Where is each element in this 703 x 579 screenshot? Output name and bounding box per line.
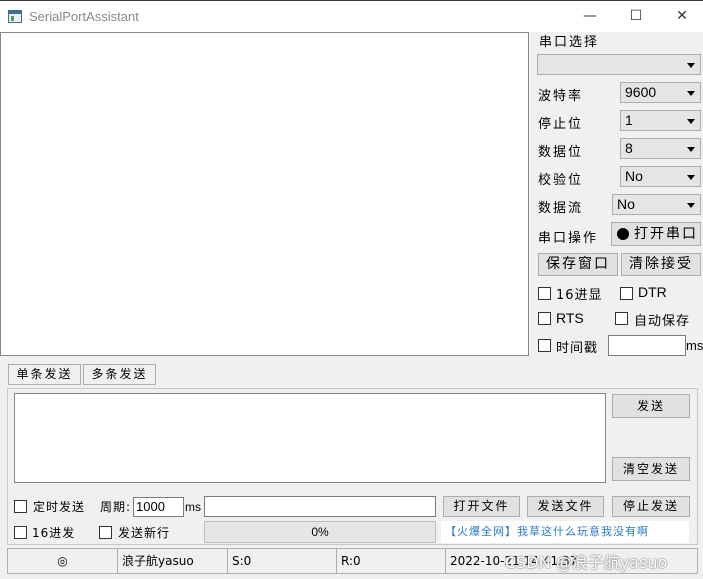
port-select-combo[interactable] xyxy=(537,54,701,75)
rts-label: RTS xyxy=(556,310,584,326)
parity-combo[interactable]: No xyxy=(620,166,701,187)
port-select-label: 串口选择 xyxy=(539,35,600,50)
stop-bits-combo[interactable]: 1 xyxy=(620,110,701,131)
maximize-button[interactable]: ☐ xyxy=(613,1,659,32)
parity-value: No xyxy=(625,168,643,184)
save-window-button[interactable]: 保存窗口 xyxy=(538,253,618,276)
period-unit-label: ms xyxy=(185,500,201,514)
chevron-down-icon xyxy=(687,63,695,68)
rts-checkbox[interactable] xyxy=(538,312,551,325)
receive-output-area[interactable] xyxy=(0,32,529,356)
send-button[interactable]: 发送 xyxy=(612,394,690,418)
timed-send-checkbox[interactable] xyxy=(14,500,27,513)
port-operation-label: 串口操作 xyxy=(538,231,599,246)
file-path-input[interactable] xyxy=(204,496,436,517)
send-progress-bar: 0% xyxy=(204,521,436,543)
status-user: 浪子航yasuo xyxy=(117,548,227,574)
open-port-button[interactable]: 打开串口 xyxy=(611,222,701,246)
data-bits-combo[interactable]: 8 xyxy=(620,138,701,159)
send-newline-label: 发送新行 xyxy=(118,526,171,540)
flow-control-value: No xyxy=(617,196,635,212)
dtr-checkbox[interactable] xyxy=(620,287,633,300)
chevron-down-icon xyxy=(687,203,695,208)
timestamp-checkbox[interactable] xyxy=(538,339,551,352)
timed-send-label: 定时发送 xyxy=(33,500,86,514)
stop-send-button[interactable]: 停止发送 xyxy=(612,496,690,517)
dtr-label: DTR xyxy=(638,284,667,300)
status-received-count: R:0 xyxy=(336,548,445,574)
flow-control-label: 数据流 xyxy=(538,201,584,216)
send-file-button[interactable]: 发送文件 xyxy=(527,496,604,517)
close-button[interactable]: ✕ xyxy=(659,1,703,32)
data-bits-label: 数据位 xyxy=(538,145,584,160)
parity-label: 校验位 xyxy=(538,173,584,188)
hex-send-checkbox[interactable] xyxy=(14,526,27,539)
stop-bits-value: 1 xyxy=(625,112,633,128)
port-status-indicator-icon xyxy=(617,228,629,240)
stop-bits-label: 停止位 xyxy=(538,117,584,132)
hex-display-label: 16进显 xyxy=(556,288,603,303)
window-title: SerialPortAssistant xyxy=(29,9,139,24)
minimize-button[interactable]: — xyxy=(567,1,613,32)
flow-control-combo[interactable]: No xyxy=(612,194,701,215)
auto-save-checkbox[interactable] xyxy=(615,312,628,325)
clear-receive-button[interactable]: 清除接受 xyxy=(621,253,701,276)
data-bits-value: 8 xyxy=(625,140,633,156)
marquee-link[interactable]: 【火爆全网】我草这什么玩意我没有啊 xyxy=(441,521,689,543)
period-input[interactable]: 1000 xyxy=(133,497,184,517)
progress-text: 0% xyxy=(311,525,329,539)
chevron-down-icon xyxy=(687,175,695,180)
clear-send-button[interactable]: 清空发送 xyxy=(612,457,690,481)
timestamp-unit-label: ms xyxy=(686,338,703,353)
status-icon: ◎ xyxy=(7,548,117,574)
chevron-down-icon xyxy=(687,119,695,124)
timestamp-interval-input[interactable] xyxy=(608,335,686,356)
chevron-down-icon xyxy=(687,147,695,152)
baud-combo[interactable]: 9600 xyxy=(620,82,701,103)
baud-label: 波特率 xyxy=(538,89,584,104)
baud-value: 9600 xyxy=(625,84,657,100)
tab-multi-send[interactable]: 多条发送 xyxy=(83,364,156,385)
open-port-button-label: 打开串口 xyxy=(634,226,698,242)
send-input-area[interactable] xyxy=(14,393,606,483)
auto-save-label: 自动保存 xyxy=(634,314,691,329)
app-icon xyxy=(8,10,22,23)
hex-display-checkbox[interactable] xyxy=(538,287,551,300)
tab-single-send[interactable]: 单条发送 xyxy=(8,364,81,385)
open-file-button[interactable]: 打开文件 xyxy=(443,496,520,517)
title-bar: SerialPortAssistant — ☐ ✕ xyxy=(0,0,703,32)
send-newline-checkbox[interactable] xyxy=(99,526,112,539)
csdn-watermark: CSDN @浪子航yasuo xyxy=(505,553,668,572)
chevron-down-icon xyxy=(687,91,695,96)
hex-send-label: 16进发 xyxy=(32,526,76,540)
period-label: 周期: xyxy=(100,500,132,514)
timestamp-label: 时间戳 xyxy=(556,341,599,356)
status-sent-count: S:0 xyxy=(227,548,336,574)
